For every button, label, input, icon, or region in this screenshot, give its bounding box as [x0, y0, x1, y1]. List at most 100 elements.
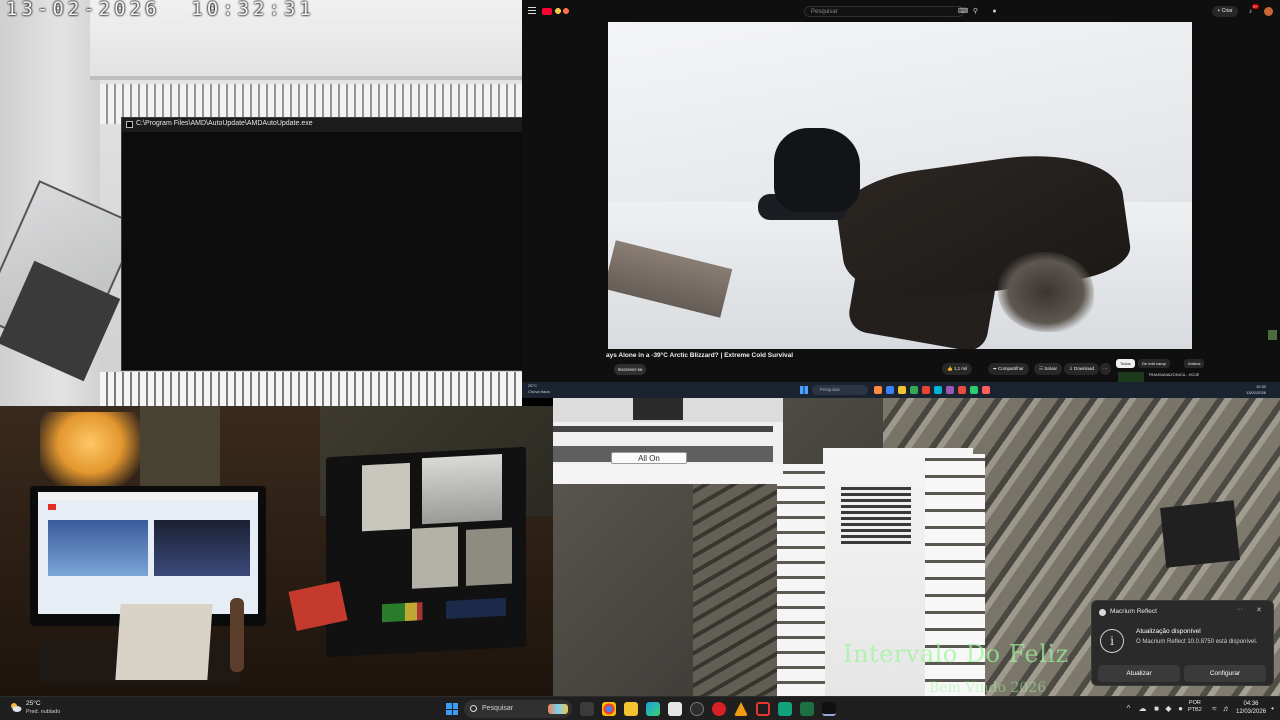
remote-app-icon[interactable]	[970, 386, 978, 394]
filter-chip-all[interactable]: Todos	[1116, 359, 1135, 368]
download-label: Download	[1074, 366, 1095, 371]
system-clock[interactable]: 04:36 12/03/2026	[1236, 700, 1266, 716]
wall-lamp	[1160, 500, 1240, 568]
more-actions-button[interactable]: ···	[1100, 363, 1111, 375]
window-blinds	[841, 484, 911, 544]
media-player-icon[interactable]	[712, 702, 726, 716]
youtube-search-input[interactable]: Pesquisar	[804, 6, 964, 17]
language-indicator[interactable]: POR PTB2	[1188, 700, 1202, 714]
edge-icon[interactable]	[646, 702, 660, 716]
save-button[interactable]: ☷ Salvar	[1034, 363, 1063, 375]
close-icon[interactable]: ✕	[1256, 606, 1262, 614]
configure-button[interactable]: Configurar	[1184, 665, 1266, 682]
update-notification[interactable]: Macrium Reflect ··· ✕ i Atualização disp…	[1091, 600, 1274, 686]
remote-app-icon[interactable]	[910, 386, 918, 394]
remote-app-icon[interactable]	[982, 386, 990, 394]
all-on-button[interactable]: All On	[611, 452, 687, 464]
lamp-glow	[40, 412, 140, 490]
toast-app-name: Macrium Reflect	[1110, 608, 1157, 615]
share-label: Compartilhar	[998, 366, 1024, 371]
filter-chip-channel[interactable]: De edd camp	[1138, 359, 1170, 368]
console-app-icon	[126, 121, 133, 128]
vlc-icon[interactable]	[734, 702, 748, 716]
remote-clock: 10:32 13/02/2026	[1246, 384, 1267, 395]
notification-badge: 9+	[1252, 4, 1259, 9]
panel-footer	[553, 464, 783, 484]
monitor-panel	[466, 527, 512, 586]
webcam-feed-bottom-left	[0, 406, 553, 696]
share-button[interactable]: ➦ Compartilhar	[988, 363, 1029, 375]
panel-divider	[553, 426, 773, 432]
save-label: Salvar	[1044, 366, 1058, 371]
notification-bell-icon[interactable]: •	[1268, 704, 1277, 713]
video-thumbnail	[154, 520, 250, 576]
task-view-icon[interactable]	[580, 702, 594, 716]
remote-app-icon[interactable]	[922, 386, 930, 394]
monitor-panel	[422, 454, 502, 525]
wifi-icon[interactable]: ≈	[1210, 704, 1219, 713]
store-icon[interactable]	[668, 702, 682, 716]
doodle-icon[interactable]	[555, 8, 571, 15]
update-button[interactable]: Atualizar	[1098, 665, 1180, 682]
youtube-logo-icon[interactable]	[542, 8, 552, 15]
snow-pit	[998, 252, 1094, 332]
remote-app-icon[interactable]	[946, 386, 954, 394]
corner-widget-icon[interactable]	[1268, 330, 1277, 340]
more-options-icon[interactable]: ···	[1236, 606, 1243, 613]
info-icon: i	[1100, 629, 1124, 653]
person-hood	[774, 128, 860, 212]
glass-block-window	[777, 464, 825, 696]
keyboard-icon[interactable]: ⌨	[958, 8, 968, 15]
cloud-sun-icon[interactable]	[10, 702, 22, 713]
search-icon	[470, 705, 477, 712]
panel-camera-strip	[633, 398, 683, 420]
balcony-railing-lower	[100, 372, 522, 406]
clock-date: 12/03/2026	[1236, 709, 1267, 715]
subscribe-button[interactable]: Inscrever-se	[614, 364, 646, 375]
like-count: 1,1 mil	[953, 366, 968, 371]
remote-start-icon[interactable]	[800, 386, 808, 394]
tray-app-icon[interactable]: ■	[1152, 704, 1161, 713]
remote-app-icon[interactable]	[958, 386, 966, 394]
remote-app-icon[interactable]	[874, 386, 882, 394]
weather-temperature[interactable]: 25°C	[26, 700, 41, 707]
file-explorer-icon[interactable]	[624, 702, 638, 716]
desk-calendar	[115, 604, 213, 680]
search-highlight-icon	[548, 704, 568, 714]
microphone-icon[interactable]: ●	[1176, 704, 1185, 713]
remote-folder-icon[interactable]	[898, 386, 906, 394]
overlay-title: Intervalo Do Feliz	[843, 640, 1069, 668]
remote-app-icon[interactable]	[886, 386, 894, 394]
chrome-icon[interactable]	[602, 702, 616, 716]
create-button[interactable]: + Criar	[1212, 6, 1238, 17]
obs-icon[interactable]	[690, 702, 704, 716]
recorder-icon[interactable]	[756, 702, 770, 716]
cursor-app-icon[interactable]	[822, 702, 836, 716]
security-icon[interactable]: ◆	[1164, 704, 1173, 713]
remote-weather: 25°C Chuva fraca	[528, 383, 550, 394]
volume-icon[interactable]: ♬	[1222, 704, 1231, 713]
remote-search-input[interactable]: Pesquisar	[812, 385, 868, 395]
like-button[interactable]: 👍 1,1 mil	[942, 363, 973, 375]
cloud-icon[interactable]: ☁	[1138, 704, 1147, 713]
microphone-icon[interactable]: ●	[991, 8, 998, 15]
audio-meters	[382, 601, 440, 623]
wall-poster	[140, 406, 220, 486]
clock-time: 04:36	[1243, 701, 1259, 707]
download-button[interactable]: ⇩ Download	[1064, 363, 1100, 375]
monitor-panel	[362, 462, 410, 532]
filter-chip-related[interactable]: Ambos	[1184, 359, 1205, 368]
avatar[interactable]	[1264, 7, 1273, 16]
remote-app-icon[interactable]	[934, 386, 942, 394]
overlay-subtitle: Bem Vindo 2026	[929, 680, 1047, 696]
keyboard-layout: PTB2	[1188, 707, 1202, 713]
search-icon[interactable]: ⚲	[972, 8, 979, 15]
excel-icon[interactable]	[800, 702, 814, 716]
tray-expand-icon[interactable]: ^	[1124, 704, 1133, 713]
video-player[interactable]	[608, 22, 1192, 349]
hamburger-menu-icon[interactable]	[528, 7, 536, 14]
start-menu-icon[interactable]	[446, 703, 458, 715]
weather-description[interactable]: Pred. nublado	[26, 709, 60, 715]
macrium-app-icon	[1099, 609, 1106, 616]
app-icon[interactable]	[778, 702, 792, 716]
